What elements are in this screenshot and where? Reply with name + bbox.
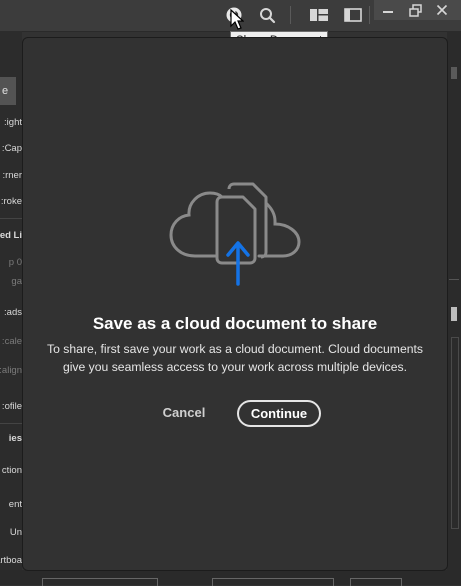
scroll-track <box>451 337 459 529</box>
panel-toggle-icon[interactable] <box>341 3 365 27</box>
panel-label: ads: <box>4 307 22 318</box>
panel-label: align: <box>0 365 22 376</box>
restore-icon[interactable] <box>403 0 427 22</box>
dialog-description: To share, first save your work as a clou… <box>47 342 423 374</box>
panel-label: rner: <box>2 170 22 181</box>
panel-label: ga <box>11 276 22 287</box>
toolbar-divider <box>290 6 291 24</box>
panel-label: artboa <box>0 555 22 566</box>
panel-label: ction <box>1 465 22 476</box>
toolbar-divider <box>369 6 370 24</box>
panel-section-label: ned Li <box>0 230 22 241</box>
panel-label: ent <box>8 499 22 510</box>
properties-panel: e ight: Cap: rner: roke: ned Li 0 p ga a… <box>0 31 22 585</box>
workspace-layout-icon[interactable] <box>307 3 331 27</box>
panel-divider <box>0 218 22 219</box>
panel-section-label: ies <box>8 433 22 444</box>
panel-label: ofile: <box>1 401 22 412</box>
panel-label: Cap: <box>1 143 22 154</box>
panel-label: cale: <box>1 336 22 347</box>
panel-divider <box>0 423 22 424</box>
panel-tab[interactable]: e <box>0 77 16 105</box>
panel-label: roke: <box>0 196 22 207</box>
dialog-title: Save as a cloud document to share <box>92 314 378 333</box>
panel-label: Un <box>9 527 22 538</box>
scrollbar-thumb[interactable] <box>451 307 457 321</box>
right-panel-strip <box>447 31 461 585</box>
panel-label: ight: <box>4 117 22 128</box>
close-icon[interactable] <box>430 0 454 22</box>
continue-button[interactable]: Continue <box>237 400 321 427</box>
panel-label: 0 p <box>8 257 22 268</box>
cloud-share-dialog: Save as a cloud document to share To sha… <box>23 38 447 570</box>
panel-divider <box>449 279 459 280</box>
search-icon[interactable] <box>255 3 279 27</box>
cloud-upload-document-icon <box>165 176 305 293</box>
cancel-button[interactable]: Cancel <box>154 402 214 424</box>
scrollbar-thumb[interactable] <box>451 67 457 79</box>
minimize-icon[interactable] <box>376 0 400 22</box>
